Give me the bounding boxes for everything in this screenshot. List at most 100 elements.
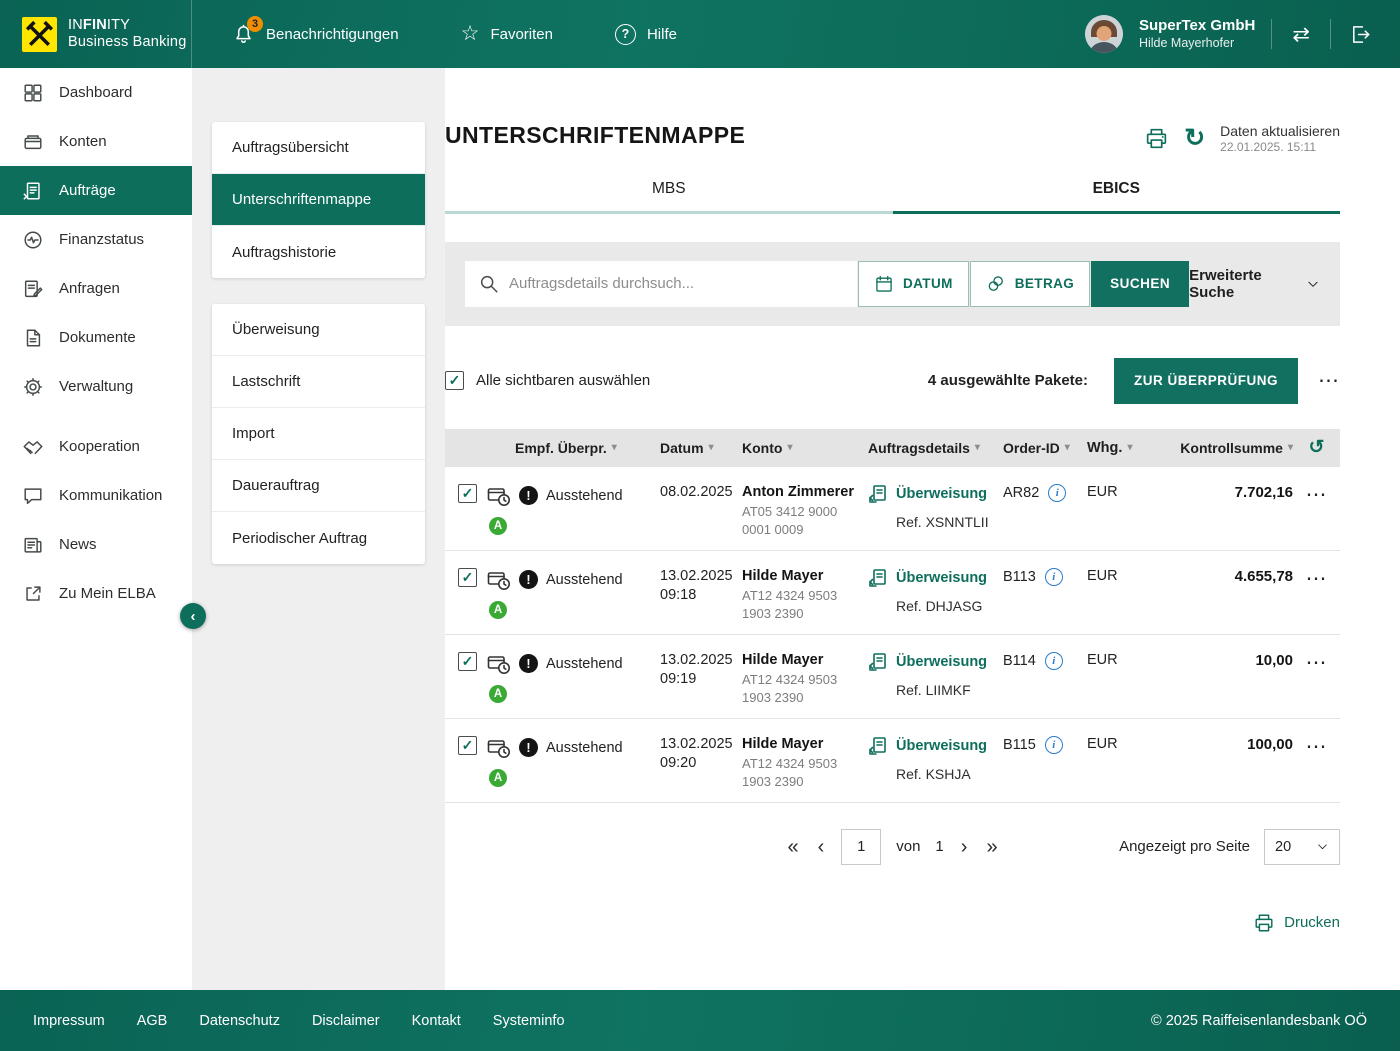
advanced-search-label: Erweiterte Suche: [1189, 267, 1299, 301]
sidebar-item-auftraege[interactable]: Aufträge: [0, 166, 192, 215]
order-type-link[interactable]: Überweisung: [896, 738, 987, 754]
sidebar-item-kooperation[interactable]: Kooperation: [0, 422, 192, 471]
row-actions-menu-icon[interactable]: ⋯: [1306, 652, 1328, 673]
last-page-icon[interactable]: »: [984, 837, 999, 857]
submenu-item-lastschrift[interactable]: Lastschrift: [212, 356, 425, 408]
authorization-badge: A: [489, 601, 507, 619]
refresh-icon[interactable]: ↻: [1184, 126, 1205, 151]
submenu-item-unterschriftenmappe[interactable]: Unterschriftenmappe: [212, 174, 425, 226]
top-bar-right: SuperTex GmbH Hilde Mayerhofer ⇄: [1085, 15, 1400, 53]
submenu-item-periodischer-auftrag[interactable]: Periodischer Auftrag: [212, 512, 425, 564]
submenu-item-auftragsuebersicht[interactable]: Auftragsübersicht: [212, 122, 425, 174]
column-label: Empf. Überpr.: [515, 440, 607, 456]
info-icon[interactable]: i: [1045, 568, 1063, 586]
first-page-icon[interactable]: «: [785, 837, 800, 857]
row-checkbox[interactable]: ✓: [458, 568, 477, 587]
sidebar-item-finanzstatus[interactable]: Finanzstatus: [0, 215, 192, 264]
check-icon: ✓: [462, 486, 474, 500]
submenu-item-dauerauftrag[interactable]: Dauerauftrag: [212, 460, 425, 512]
help-button[interactable]: ? Hilfe: [615, 24, 677, 45]
print-action[interactable]: Drucken: [445, 912, 1340, 934]
notifications-button[interactable]: 3 Benachrichtigungen: [232, 23, 399, 46]
row-actions-menu-icon[interactable]: ⋯: [1306, 736, 1328, 757]
prev-page-icon[interactable]: ‹: [816, 837, 827, 857]
table-row: ✓ ! Ausstehend A 13.02.2025 09:19 Hilde …: [445, 635, 1340, 719]
sidebar-item-dashboard[interactable]: Dashboard: [0, 68, 192, 117]
logout-icon[interactable]: [1347, 23, 1374, 46]
switch-account-icon[interactable]: ⇄: [1288, 22, 1314, 47]
info-icon[interactable]: i: [1045, 652, 1063, 670]
refresh-info[interactable]: Daten aktualisieren 22.01.2025. 15:11: [1220, 122, 1340, 156]
brand[interactable]: INFINITY Business Banking: [0, 0, 192, 68]
per-page-select[interactable]: 20: [1264, 829, 1340, 865]
sidebar-item-zu-mein-elba[interactable]: Zu Mein ELBA: [0, 569, 192, 618]
advanced-search-toggle[interactable]: Erweiterte Suche: [1189, 267, 1320, 301]
footer-link-impressum[interactable]: Impressum: [33, 1013, 105, 1029]
transfer-document-icon: [868, 652, 888, 672]
user-menu[interactable]: SuperTex GmbH Hilde Mayerhofer: [1139, 17, 1255, 51]
row-checkbox[interactable]: ✓: [458, 652, 477, 671]
avatar[interactable]: [1085, 15, 1123, 53]
column-kontrollsumme[interactable]: Kontrollsumme▾: [1180, 440, 1293, 456]
submenu-item-import[interactable]: Import: [212, 408, 425, 460]
footer-link-agb[interactable]: AGB: [137, 1013, 168, 1029]
documents-icon: [22, 327, 44, 349]
per-page-label: Angezeigt pro Seite: [1119, 838, 1250, 855]
order-type-link[interactable]: Überweisung: [896, 570, 987, 586]
search-button[interactable]: SUCHEN: [1091, 261, 1189, 307]
account-name: Anton Zimmerer: [742, 484, 868, 500]
footer-link-kontakt[interactable]: Kontakt: [412, 1013, 461, 1029]
sidebar-collapse-button[interactable]: ‹: [180, 603, 206, 629]
search-panel: DATUM BETRAG SUCHEN Erweiterte Suche: [445, 242, 1340, 326]
order-type-link[interactable]: Überweisung: [896, 486, 987, 502]
row-actions-menu-icon[interactable]: ⋯: [1306, 484, 1328, 505]
table-refresh-icon[interactable]: ↺: [1309, 438, 1325, 457]
amount-filter-button[interactable]: BETRAG: [970, 261, 1090, 307]
sidebar: Dashboard Konten Aufträge Finanzstatus A…: [0, 68, 192, 990]
submenu-item-auftragshistorie[interactable]: Auftragshistorie: [212, 226, 425, 278]
sidebar-item-anfragen[interactable]: Anfragen: [0, 264, 192, 313]
info-icon[interactable]: i: [1045, 736, 1063, 754]
sidebar-item-konten[interactable]: Konten: [0, 117, 192, 166]
column-whg[interactable]: Whg.▾: [1087, 440, 1145, 456]
submenu-item-ueberweisung[interactable]: Überweisung: [212, 304, 425, 356]
brand-line2: Business Banking: [68, 34, 186, 50]
row-checkbox[interactable]: ✓: [458, 484, 477, 503]
external-link-icon: [22, 583, 44, 605]
sidebar-item-dokumente[interactable]: Dokumente: [0, 313, 192, 362]
next-page-icon[interactable]: ›: [959, 837, 970, 857]
tab-mbs[interactable]: MBS: [445, 180, 893, 214]
print-icon[interactable]: [1144, 126, 1169, 151]
row-checkbox[interactable]: ✓: [458, 736, 477, 755]
help-label: Hilfe: [647, 26, 677, 43]
orders-icon: [22, 180, 44, 202]
current-page-input[interactable]: 1: [841, 829, 881, 865]
sidebar-item-news[interactable]: News: [0, 520, 192, 569]
column-empf-ueberpr[interactable]: Empf. Überpr. ▾: [487, 440, 660, 456]
date-filter-button[interactable]: DATUM: [858, 261, 969, 307]
column-datum[interactable]: Datum▾: [660, 440, 742, 456]
column-auftragsdetails[interactable]: Auftragsdetails▾: [868, 440, 1003, 456]
footer-link-disclaimer[interactable]: Disclaimer: [312, 1013, 380, 1029]
sort-icon: ▾: [612, 442, 617, 453]
column-order-id[interactable]: Order-ID▾: [1003, 440, 1087, 456]
column-konto[interactable]: Konto▾: [742, 440, 868, 456]
sidebar-item-kommunikation[interactable]: Kommunikation: [0, 471, 192, 520]
review-button[interactable]: ZUR ÜBERPRÜFUNG: [1114, 358, 1298, 404]
star-icon: ☆: [461, 23, 480, 44]
select-all-checkbox[interactable]: ✓: [445, 371, 464, 390]
row-actions-menu-icon[interactable]: ⋯: [1306, 568, 1328, 589]
sidebar-item-label: Kommunikation: [59, 487, 162, 504]
account-name: Hilde Mayer: [742, 652, 868, 668]
info-icon[interactable]: i: [1048, 484, 1066, 502]
footer-link-systeminfo[interactable]: Systeminfo: [493, 1013, 565, 1029]
more-options-icon[interactable]: ⋯: [1318, 370, 1340, 391]
footer-link-datenschutz[interactable]: Datenschutz: [199, 1013, 280, 1029]
search-input[interactable]: [465, 261, 857, 307]
order-type-link[interactable]: Überweisung: [896, 654, 987, 670]
pending-alert-icon: !: [519, 654, 538, 673]
sidebar-item-verwaltung[interactable]: Verwaltung: [0, 362, 192, 411]
tab-ebics[interactable]: EBICS: [893, 180, 1341, 214]
favorites-button[interactable]: ☆ Favoriten: [461, 25, 553, 44]
pending-alert-icon: !: [519, 486, 538, 505]
